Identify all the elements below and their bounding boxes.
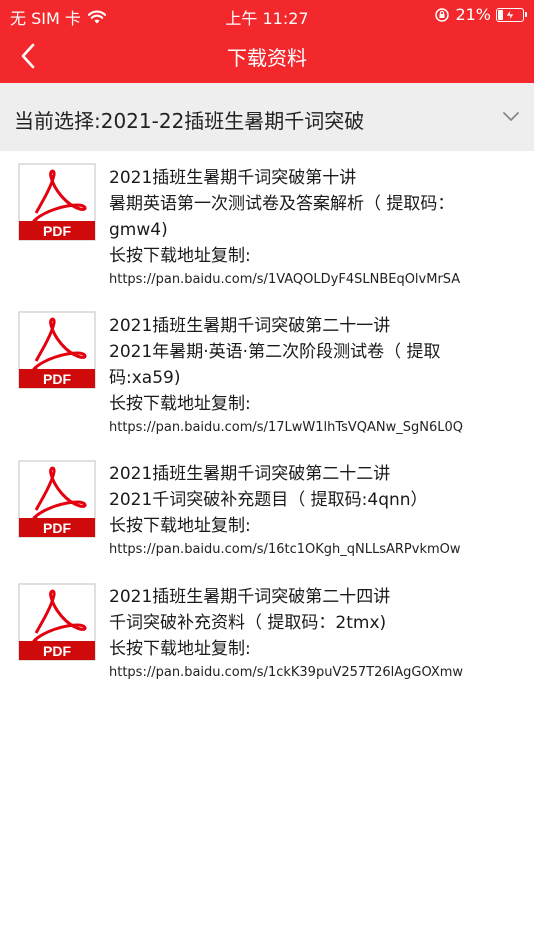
item-subtitle: 暑期英语第一次测试卷及答案解析（ 提取码： (109, 194, 455, 214)
download-url[interactable]: https://pan.baidu.com/s/16tc1OKgh_qNLLsA… (109, 539, 519, 561)
pdf-file-icon: PDF (18, 583, 96, 661)
item-title: 2021插班生暑期千词突破第二十一讲 (109, 316, 391, 336)
list-item[interactable]: PDF 2021插班生暑期千词突破第二十一讲 2021年暑期·英语·第二次阶段测… (0, 299, 534, 449)
download-url[interactable]: https://pan.baidu.com/s/17LwW1lhTsVQANw_… (109, 417, 519, 439)
item-title: 2021插班生暑期千词突破第十讲 (109, 168, 357, 188)
list-item[interactable]: PDF 2021插班生暑期千词突破第二十二讲 2021千词突破补充题目（ 提取码… (0, 449, 534, 571)
item-details: 2021插班生暑期千词突破第十讲 暑期英语第一次测试卷及答案解析（ 提取码： g… (109, 165, 519, 291)
pdf-badge-label: PDF (43, 643, 71, 659)
item-details: 2021插班生暑期千词突破第二十四讲 千词突破补充资料（ 提取码：2tmx) 长… (109, 584, 519, 684)
pdf-badge-label: PDF (43, 223, 71, 239)
chevron-down-icon (503, 112, 519, 121)
charging-bolt-icon (505, 8, 515, 21)
download-url[interactable]: https://pan.baidu.com/s/1ckK39puV257T26l… (109, 662, 519, 684)
item-title: 2021插班生暑期千词突破第二十二讲 (109, 464, 391, 484)
item-subtitle: 2021年暑期·英语·第二次阶段测试卷（ 提取 (109, 342, 441, 362)
rotation-lock-icon (435, 7, 450, 22)
header: 无 SIM 卡 上午 11:27 21% 下载资料 (0, 0, 534, 83)
list-item[interactable]: PDF 2021插班生暑期千词突破第十讲 暑期英语第一次测试卷及答案解析（ 提取… (0, 151, 534, 301)
page-title: 下载资料 (227, 46, 307, 70)
pdf-file-icon: PDF (18, 460, 96, 538)
item-details: 2021插班生暑期千词突破第二十一讲 2021年暑期·英语·第二次阶段测试卷（ … (109, 313, 519, 439)
battery-icon (496, 7, 527, 22)
copy-hint: 长按下载地址复制: (109, 639, 251, 659)
pdf-badge-label: PDF (43, 520, 71, 536)
battery-percent: 21% (455, 5, 491, 24)
item-subtitle: 2021千词突破补充题目（ 提取码:4qnn） (109, 490, 428, 510)
status-right: 21% (434, 5, 527, 24)
pdf-file-icon: PDF (18, 163, 96, 241)
item-details: 2021插班生暑期千词突破第二十二讲 2021千词突破补充题目（ 提取码:4qn… (109, 461, 519, 561)
copy-hint: 长按下载地址复制: (109, 246, 251, 266)
copy-hint: 长按下载地址复制: (109, 516, 251, 536)
status-bar: 无 SIM 卡 上午 11:27 21% (0, 0, 534, 28)
list-item[interactable]: PDF 2021插班生暑期千词突破第二十四讲 千词突破补充资料（ 提取码：2tm… (0, 573, 534, 695)
pdf-badge-label: PDF (43, 371, 71, 387)
category-selector-label: 当前选择:2021-22插班生暑期千词突破 (14, 109, 365, 133)
copy-hint: 长按下载地址复制: (109, 394, 251, 414)
item-subtitle-continued: 码:xa59) (109, 368, 181, 388)
pdf-file-icon: PDF (18, 311, 96, 389)
download-url[interactable]: https://pan.baidu.com/s/1VAQOLDyF4SLNBEq… (109, 269, 519, 291)
item-subtitle-continued: gmw4) (109, 220, 168, 240)
category-selector[interactable]: 当前选择:2021-22插班生暑期千词突破 (0, 83, 534, 151)
nav-bar: 下载资料 (0, 30, 534, 80)
item-subtitle: 千词突破补充资料（ 提取码：2tmx) (109, 613, 387, 633)
item-title: 2021插班生暑期千词突破第二十四讲 (109, 587, 391, 607)
